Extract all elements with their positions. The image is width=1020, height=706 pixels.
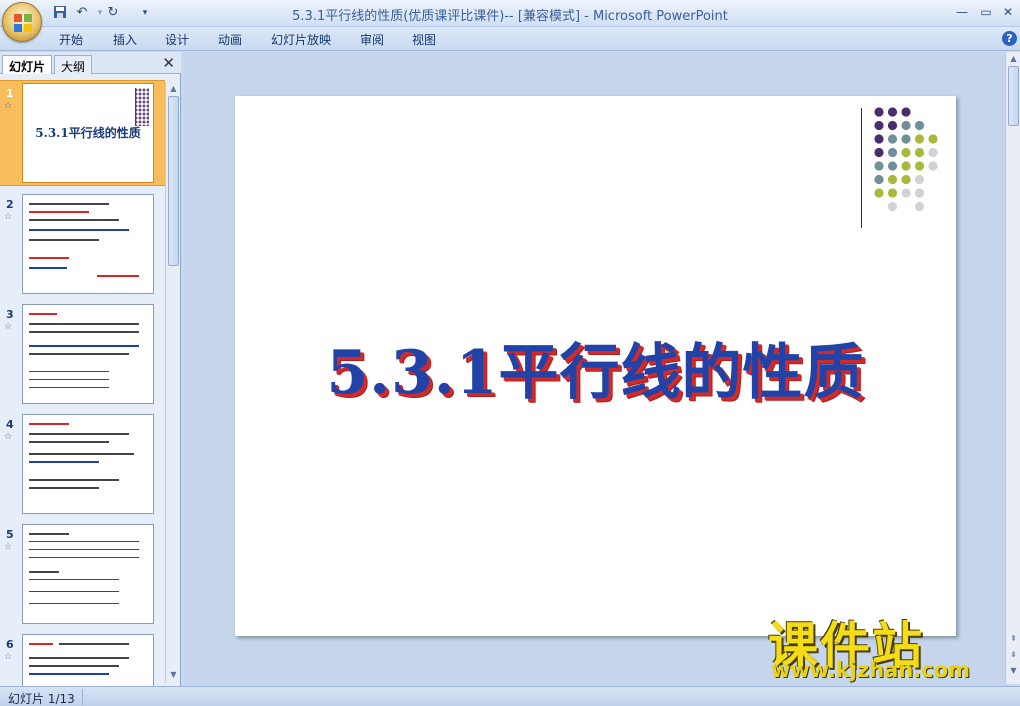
dot [874,134,884,144]
slide-number: 4 [6,418,14,431]
dot [914,147,925,158]
dot [887,174,898,185]
help-icon[interactable]: ? [1002,31,1017,46]
animation-icon: ☆ [4,101,13,111]
ribbon-tabs: 开始 插入 设计 动画 幻灯片放映 审阅 视图 ? [0,27,1020,51]
decorative-line [861,108,862,228]
slide-number: 2 [6,198,14,211]
dot [887,161,898,171]
slide-counter: 幻灯片 1/13 [8,692,75,706]
dot [928,161,938,171]
dot [914,161,925,171]
slide-thumbnail-3[interactable]: 3 ☆ [0,302,165,408]
dot [914,120,925,131]
dot [901,134,911,144]
slide-preview: 5.3.1平行线的性质 [22,83,154,183]
office-logo-icon [14,14,32,32]
animation-icon: ☆ [4,322,13,332]
dot [901,174,911,185]
slide-number: 3 [6,308,14,321]
dot [887,134,898,144]
tab-slideshow[interactable]: 幻灯片放映 [271,31,331,48]
slide-thumbnail-1[interactable]: 1 ☆ 5.3.1平行线的性质 [0,80,165,186]
watermark-url: www.kjzhan.com [771,658,971,682]
dot [901,188,911,198]
scroll-thumb[interactable] [1008,66,1019,126]
dot [928,147,938,158]
dot [874,161,884,171]
next-slide-icon[interactable]: ⇟ [1008,650,1019,660]
dot [914,134,925,144]
vertical-scrollbar[interactable]: ▲ ⇞ ⇟ ▼ [1005,52,1020,684]
dot [887,107,898,117]
dot [874,120,884,131]
status-divider [82,689,83,705]
scroll-down-icon[interactable]: ▼ [1008,666,1019,676]
tab-view[interactable]: 视图 [412,31,436,48]
tab-insert[interactable]: 插入 [113,31,137,48]
animation-icon: ☆ [4,432,13,442]
dot [887,188,898,198]
office-button[interactable] [2,2,42,42]
slide-number: 1 [6,87,14,100]
close-icon[interactable]: ✕ [996,3,1020,21]
tab-slides[interactable]: 幻灯片 [2,55,53,74]
dot [874,147,884,158]
dot [874,174,884,185]
slide-preview [22,194,154,294]
maximize-icon[interactable]: ▭ [974,3,998,21]
slide-editing-area: 5.3.1平行线的性质 [184,52,1005,684]
slide-number: 5 [6,528,14,541]
thumb-title: 5.3.1平行线的性质 [35,126,141,140]
animation-icon: ☆ [4,212,13,222]
animation-icon: ☆ [4,652,13,662]
dot [901,161,911,171]
slide-preview [22,524,154,624]
scroll-up-icon[interactable]: ▲ [1008,54,1019,64]
scroll-up-icon[interactable]: ▲ [168,84,179,94]
dot [914,174,925,185]
dot-grid [874,107,938,212]
scroll-down-icon[interactable]: ▼ [168,670,179,680]
dot [928,134,938,144]
dot [887,120,898,131]
slide-thumbnail-6[interactable]: 6 ☆ [0,632,165,686]
dot [887,201,898,212]
dots-decoration [135,88,149,126]
dot [914,201,925,212]
slide-preview [22,634,154,686]
dot [874,188,884,198]
minimize-icon[interactable]: — [950,3,974,21]
window-title: 5.3.1平行线的性质(优质课评比课件)-- [兼容模式] - Microsof… [292,9,728,24]
tab-design[interactable]: 设计 [165,31,189,48]
slides-pane: 幻灯片 大纲 ✕ 1 ☆ 5.3.1平行线的性质 2 ☆ 3 ☆ 4 ☆ 5 ☆… [0,52,181,686]
pane-tabs: 幻灯片 大纲 ✕ [0,52,181,74]
slide-number: 6 [6,638,14,651]
scroll-thumb[interactable] [168,96,179,266]
slide-title[interactable]: 5.3.1平行线的性质 [235,324,956,411]
pane-close-icon[interactable]: ✕ [162,54,175,72]
tab-animation[interactable]: 动画 [218,31,242,48]
slide-canvas[interactable]: 5.3.1平行线的性质 [235,96,956,636]
prev-slide-icon[interactable]: ⇞ [1008,634,1019,644]
slide-thumbnail-5[interactable]: 5 ☆ [0,522,165,628]
dot [901,147,911,158]
tab-review[interactable]: 审阅 [360,31,384,48]
dot [914,188,925,198]
status-bar: 幻灯片 1/13 [0,686,1020,706]
slide-thumbnail-2[interactable]: 2 ☆ [0,192,165,298]
slide-preview [22,304,154,404]
dot [901,107,911,117]
dot [874,107,884,117]
title-bar: ↶ ▾ ↻ ▾ 5.3.1平行线的性质(优质课评比课件)-- [兼容模式] - … [0,0,1020,42]
tab-outline[interactable]: 大纲 [54,55,93,74]
slide-preview [22,414,154,514]
dot [901,120,911,131]
animation-icon: ☆ [4,542,13,552]
tab-home[interactable]: 开始 [59,31,83,48]
dot [887,147,898,158]
slide-thumbnail-4[interactable]: 4 ☆ [0,412,165,518]
slides-pane-scrollbar[interactable]: ▲ ▼ [165,82,180,682]
